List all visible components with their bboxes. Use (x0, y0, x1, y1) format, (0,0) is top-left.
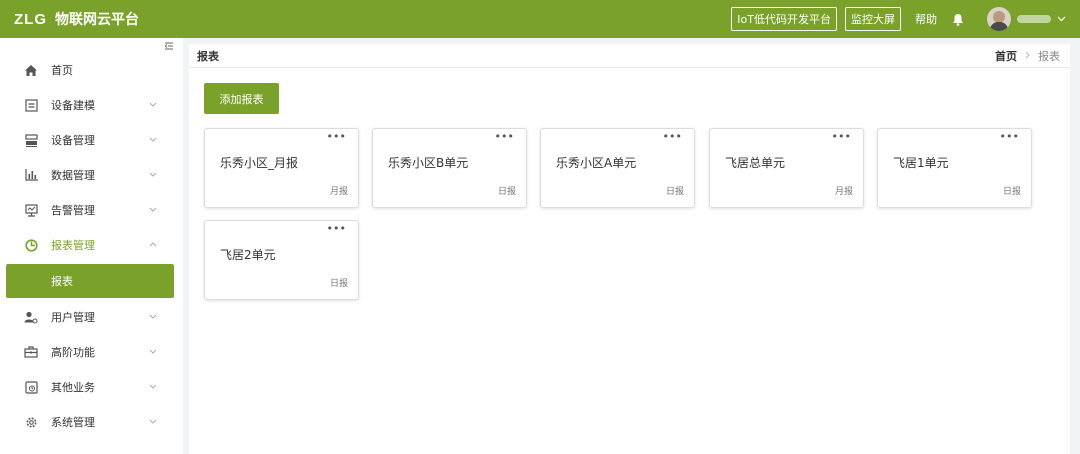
report-card[interactable]: ••• 乐秀小区A单元 日报 (540, 128, 695, 208)
sidebar-item-label: 系统管理 (51, 416, 95, 429)
sidebar-item-label: 用户管理 (51, 311, 95, 324)
chevron-down-icon (149, 135, 157, 145)
report-name: 乐秀小区A单元 (556, 156, 637, 170)
chevron-down-icon (149, 100, 157, 110)
report-type: 日报 (1002, 187, 1021, 197)
report-type: 日报 (329, 279, 348, 289)
more-options-icon[interactable]: ••• (495, 130, 514, 143)
chevron-down-icon (149, 312, 157, 322)
username-redacted[interactable] (1017, 15, 1051, 23)
more-options-icon[interactable]: ••• (663, 130, 682, 143)
sidebar-item-other[interactable]: 其他业务 (0, 370, 183, 404)
sidebar-item-device-model[interactable]: 设备建模 (0, 88, 183, 122)
chevron-up-icon (149, 240, 157, 250)
sidebar-subitem-label: 报表 (51, 275, 73, 288)
user-icon (23, 309, 39, 325)
brand-title: 物联网云平台 (55, 12, 139, 28)
sidebar-item-label: 设备建模 (51, 99, 95, 112)
gear-icon (23, 414, 39, 430)
sidebar-item-report-manage[interactable]: 报表管理 (0, 228, 183, 262)
page-title: 报表 (197, 49, 219, 63)
report-name: 飞居2单元 (220, 248, 276, 262)
chevron-down-icon (149, 382, 157, 392)
chevron-down-icon (149, 170, 157, 180)
pie-clock-icon (23, 237, 39, 253)
main-content: 报表 首页 报表 添加报表 ••• 乐秀小区_月报 月报 ••• 乐秀小区B单元… (189, 44, 1070, 454)
more-options-icon[interactable]: ••• (327, 222, 346, 235)
top-header: ZLG 物联网云平台 IoT低代码开发平台 监控大屏 帮助 (0, 0, 1080, 38)
chevron-down-icon (149, 205, 157, 215)
report-type: 月报 (834, 187, 853, 197)
sidebar-item-data[interactable]: 数据管理 (0, 158, 183, 192)
more-options-icon[interactable]: ••• (1000, 130, 1019, 143)
report-name: 乐秀小区_月报 (220, 156, 299, 170)
help-link[interactable]: 帮助 (915, 11, 937, 27)
header-actions: IoT低代码开发平台 监控大屏 帮助 (731, 7, 1080, 31)
brand[interactable]: ZLG 物联网云平台 (0, 9, 139, 29)
device-manage-icon (23, 132, 39, 148)
report-name: 乐秀小区B单元 (388, 156, 469, 170)
sidebar-item-label: 报表管理 (51, 239, 95, 252)
sidebar-item-label: 告警管理 (51, 204, 95, 217)
report-card[interactable]: ••• 飞居1单元 日报 (877, 128, 1032, 208)
report-type: 日报 (665, 187, 684, 197)
collapse-menu-icon[interactable] (164, 42, 173, 53)
report-type: 月报 (329, 187, 348, 197)
monitor-screen-button[interactable]: 监控大屏 (845, 7, 901, 31)
sidebar-item-label: 设备管理 (51, 134, 95, 147)
sidebar-item-device-manage[interactable]: 设备管理 (0, 123, 183, 157)
more-options-icon[interactable]: ••• (327, 130, 346, 143)
sidebar-subitem-report[interactable]: 报表 (6, 264, 174, 298)
sidebar-item-user[interactable]: 用户管理 (0, 300, 183, 334)
brand-logo: ZLG (14, 10, 47, 28)
more-options-icon[interactable]: ••• (832, 130, 851, 143)
avatar[interactable] (987, 7, 1011, 31)
sidebar-item-label: 其他业务 (51, 381, 95, 394)
chevron-down-icon (149, 417, 157, 427)
report-name: 飞居总单元 (725, 156, 786, 170)
sidebar-item-home[interactable]: 首页 (0, 53, 183, 87)
sidebar-item-label: 高阶功能 (51, 346, 95, 359)
sidebar-item-system[interactable]: 系统管理 (0, 405, 183, 439)
monitor-alert-icon (23, 202, 39, 218)
device-model-icon (23, 97, 39, 113)
breadcrumb-home[interactable]: 首页 (995, 48, 1017, 64)
other-icon (23, 379, 39, 395)
bell-icon[interactable] (951, 12, 965, 26)
home-icon (23, 62, 39, 78)
report-type: 日报 (497, 187, 516, 197)
sidebar-item-alert[interactable]: 告警管理 (0, 193, 183, 227)
chevron-right-icon (1025, 49, 1030, 62)
bar-chart-icon (23, 167, 39, 183)
report-card[interactable]: ••• 乐秀小区_月报 月报 (204, 128, 359, 208)
add-report-button[interactable]: 添加报表 (204, 83, 279, 114)
toolbox-icon (23, 344, 39, 360)
sidebar-item-label: 数据管理 (51, 169, 95, 182)
report-name: 飞居1单元 (893, 156, 949, 170)
breadcrumb-current: 报表 (1038, 49, 1060, 63)
iot-platform-button[interactable]: IoT低代码开发平台 (731, 7, 837, 31)
report-card[interactable]: ••• 飞居总单元 月报 (709, 128, 864, 208)
title-bar: 报表 首页 报表 (189, 44, 1070, 68)
sidebar-item-label: 首页 (51, 64, 73, 77)
report-card[interactable]: ••• 飞居2单元 日报 (204, 220, 359, 300)
sidebar-item-advanced[interactable]: 高阶功能 (0, 335, 183, 369)
breadcrumb: 首页 报表 (995, 48, 1060, 64)
chevron-down-icon[interactable] (1057, 14, 1066, 25)
sidebar: 首页 设备建模 设备管理 数据管理 告警管理 报表管理 报表 用户管理 高阶功能… (0, 38, 183, 454)
chevron-down-icon (149, 347, 157, 357)
report-card[interactable]: ••• 乐秀小区B单元 日报 (372, 128, 527, 208)
